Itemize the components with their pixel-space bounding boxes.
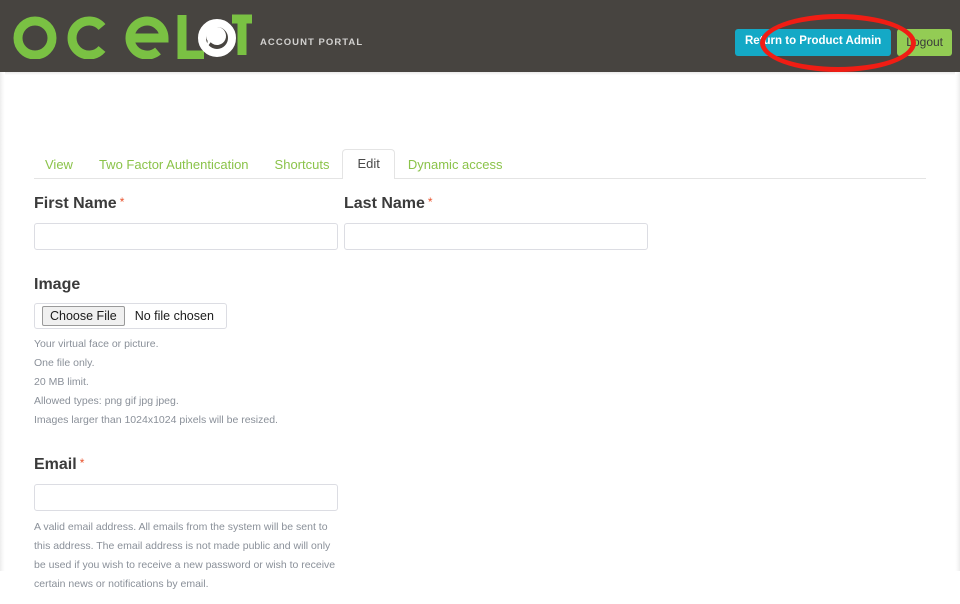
name-fields-row: First Name * Last Name * [34, 195, 926, 250]
return-to-product-admin-button[interactable]: Return to Product Admin [735, 29, 892, 56]
image-help-list: Your virtual face or picture. One file o… [34, 335, 926, 430]
email-label: Email * [34, 456, 926, 474]
email-required-marker: * [79, 456, 85, 471]
last-name-input[interactable] [344, 222, 648, 250]
file-status-text: No file chosen [134, 309, 214, 324]
tab-edit[interactable]: Edit [342, 149, 395, 179]
site-header: ACCOUNT PORTAL Return to Product Admin L… [0, 0, 960, 72]
brand-logo[interactable]: ACCOUNT PORTAL [10, 8, 363, 64]
email-help-text: A valid email address. All emails from t… [34, 520, 336, 590]
main-content: View Two Factor Authentication Shortcuts… [34, 145, 926, 604]
image-help-line: Your virtual face or picture. [34, 338, 159, 351]
image-help-line: 20 MB limit. [34, 376, 89, 389]
tab-shortcuts[interactable]: Shortcuts [262, 151, 343, 179]
image-help-line: One file only. [34, 357, 95, 370]
email-input[interactable] [34, 483, 338, 511]
tab-bar: View Two Factor Authentication Shortcuts… [34, 145, 926, 179]
page-edge-left [0, 72, 5, 571]
first-name-input[interactable] [34, 222, 338, 250]
choose-file-button[interactable]: Choose File [42, 306, 125, 327]
header-shadow-divider [0, 72, 960, 75]
last-name-label: Last Name * [344, 195, 648, 213]
first-name-field-group: First Name * [34, 195, 338, 250]
page-root: ACCOUNT PORTAL Return to Product Admin L… [0, 0, 960, 590]
last-name-required-marker: * [427, 195, 433, 209]
last-name-label-text: Last Name [344, 195, 425, 212]
first-name-label-text: First Name [34, 195, 117, 212]
first-name-required-marker: * [119, 195, 125, 209]
edit-profile-form: First Name * Last Name * Image Choose File… [34, 179, 926, 594]
logout-button[interactable]: Logout [897, 29, 952, 56]
image-label: Image [34, 275, 81, 293]
last-name-field-group: Last Name * [344, 195, 648, 250]
image-help-line: Images larger than 1024x1024 pixels will… [34, 414, 278, 427]
tab-two-factor-authentication[interactable]: Two Factor Authentication [86, 151, 262, 179]
image-help-line: Allowed types: png gif jpg jpeg. [34, 395, 179, 408]
tab-dynamic-access[interactable]: Dynamic access [395, 151, 516, 179]
tab-view[interactable]: View [34, 151, 86, 179]
page-edge-right [955, 72, 960, 571]
email-label-text: Email [34, 456, 77, 474]
brand-tagline: ACCOUNT PORTAL [260, 36, 364, 48]
first-name-label: First Name * [34, 195, 338, 213]
image-field-group: Image Choose File No file chosen Your vi… [34, 276, 926, 431]
ocelot-logo-icon [13, 14, 252, 59]
header-actions: Return to Product Admin Logout [735, 29, 952, 56]
image-file-input[interactable]: Choose File No file chosen [34, 303, 227, 330]
email-field-group: Email * A valid email address. All emails… [34, 456, 926, 594]
